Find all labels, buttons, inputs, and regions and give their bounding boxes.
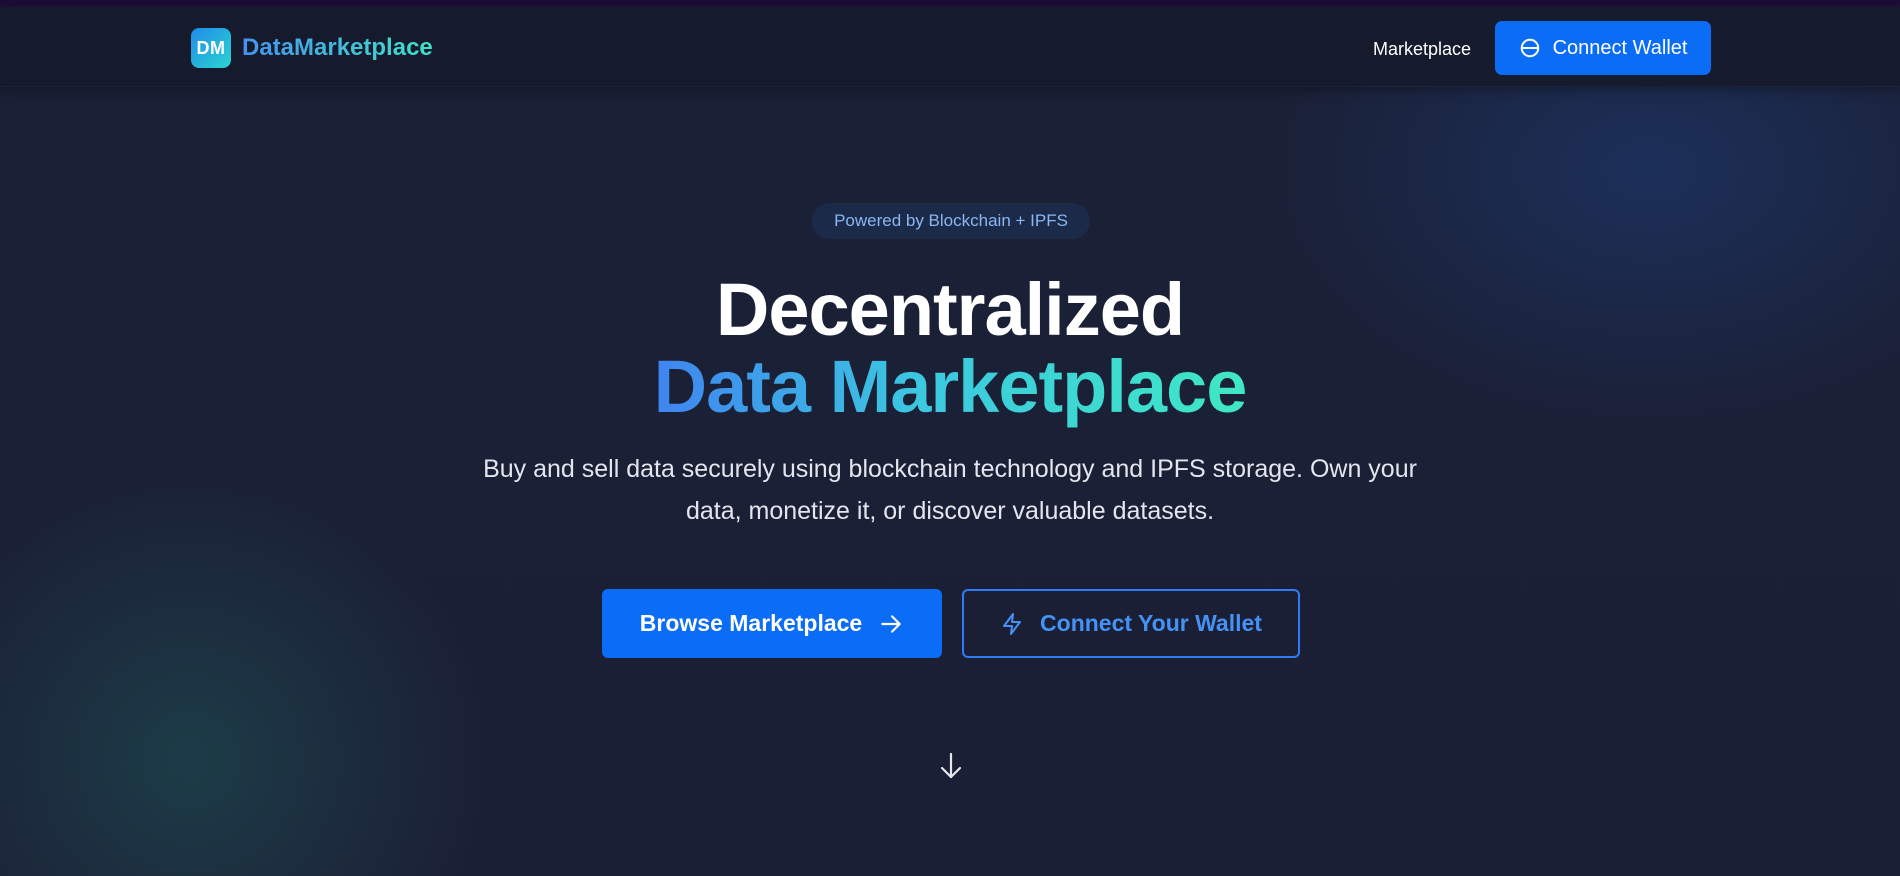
- hero-subtitle: Buy and sell data securely using blockch…: [483, 455, 1417, 525]
- connect-wallet-button[interactable]: Connect Wallet: [1495, 21, 1711, 75]
- browse-marketplace-button[interactable]: Browse Marketplace: [602, 589, 942, 658]
- nav-link-marketplace[interactable]: Marketplace: [1373, 37, 1471, 61]
- arrow-down-icon[interactable]: [937, 750, 965, 782]
- navbar: DM DataMarketplace Marketplace Connect W…: [0, 7, 1900, 87]
- connect-your-wallet-button[interactable]: Connect Your Wallet: [962, 589, 1300, 658]
- brand-link[interactable]: DM DataMarketplace: [191, 28, 433, 68]
- connect-wallet-label: Connect Wallet: [1552, 36, 1688, 59]
- brand-name: DataMarketplace: [242, 34, 433, 61]
- connect-your-wallet-label: Connect Your Wallet: [1040, 610, 1262, 636]
- arrow-right-icon: [881, 614, 901, 633]
- hero-title-line1: Decentralized: [715, 268, 1185, 351]
- page: DM DataMarketplace Marketplace Connect W…: [0, 0, 1900, 876]
- hero-title-line2: Data Marketplace: [0, 345, 1900, 429]
- top-accent-bar: [0, 0, 1900, 7]
- brand-logo: DM: [191, 28, 231, 68]
- hero-title-gradient-text: Data Marketplace: [653, 345, 1248, 428]
- hero-badge: Powered by Blockchain + IPFS: [812, 203, 1090, 239]
- lightning-icon: [1003, 612, 1022, 635]
- browse-marketplace-label: Browse Marketplace: [639, 610, 863, 636]
- wallet-icon: [1520, 38, 1539, 58]
